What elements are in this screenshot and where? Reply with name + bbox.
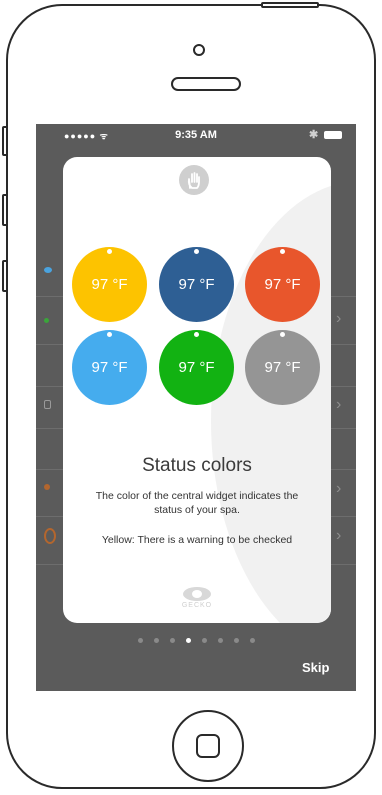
status-color-swatch: 97 °F (245, 247, 320, 322)
bluetooth-icon: ✱ (309, 129, 319, 141)
page-dot[interactable] (201, 638, 207, 643)
earpiece-speaker (171, 77, 241, 91)
power-button (261, 2, 319, 8)
page-dot[interactable] (185, 638, 191, 643)
swatch-temperature: 97 °F (91, 276, 128, 293)
volume-up-button (2, 194, 8, 226)
phone-screen: ●●●●● ᯤ 9:35 AM ✱ › › › › 97 °F 97 °F 97… (36, 124, 356, 691)
home-button-square (196, 734, 220, 758)
swatch-temperature: 97 °F (264, 276, 301, 293)
wifi-icon (44, 267, 52, 273)
gecko-logo-icon: GECKO (171, 587, 223, 613)
volume-down-button (2, 260, 8, 292)
swatch-temperature: 97 °F (264, 359, 301, 376)
status-color-swatch: 97 °F (72, 330, 147, 405)
page-dot[interactable] (169, 638, 175, 643)
onboarding-screenshot: ●●●●● ᯤ 9:35 AM ✱ › › › › 97 °F 97 °F 97… (0, 0, 382, 795)
card-note: Yellow: There is a warning to be checked (101, 534, 293, 546)
page-dot[interactable] (249, 638, 255, 643)
status-color-swatch: 97 °F (159, 330, 234, 405)
status-time: 9:35 AM (175, 129, 217, 141)
swatch-temperature: 97 °F (178, 359, 215, 376)
status-color-swatch: 97 °F (159, 247, 234, 322)
page-dot[interactable] (153, 638, 159, 643)
chevron-right-icon: › (336, 480, 342, 497)
status-color-swatch: 97 °F (245, 330, 320, 405)
status-dot-icon (44, 318, 49, 323)
card-description: The color of the central widget indicate… (95, 490, 299, 516)
hand-icon (179, 165, 209, 195)
onboarding-card: 97 °F 97 °F 97 °F 97 °F 97 °F 97 °F Stat… (63, 157, 331, 623)
pump-icon (44, 528, 56, 544)
swatch-temperature: 97 °F (178, 276, 215, 293)
swatch-temperature: 97 °F (91, 359, 128, 376)
light-icon (44, 484, 50, 490)
device-icon (44, 400, 51, 409)
status-bar: ●●●●● ᯤ 9:35 AM ✱ (36, 124, 356, 146)
chevron-right-icon: › (336, 527, 342, 544)
battery-icon (324, 131, 342, 139)
front-camera (193, 44, 205, 56)
card-title: Status colors (142, 455, 252, 476)
chevron-right-icon: › (336, 396, 342, 413)
page-dot[interactable] (137, 638, 143, 643)
status-color-swatch: 97 °F (72, 247, 147, 322)
page-dot[interactable] (217, 638, 223, 643)
logo-text: GECKO (181, 602, 213, 609)
page-dot[interactable] (233, 638, 239, 643)
home-button[interactable] (172, 710, 244, 782)
page-indicator[interactable] (36, 638, 356, 643)
chevron-right-icon: › (336, 310, 342, 327)
mute-switch (2, 126, 8, 156)
skip-button[interactable]: Skip (302, 660, 329, 675)
